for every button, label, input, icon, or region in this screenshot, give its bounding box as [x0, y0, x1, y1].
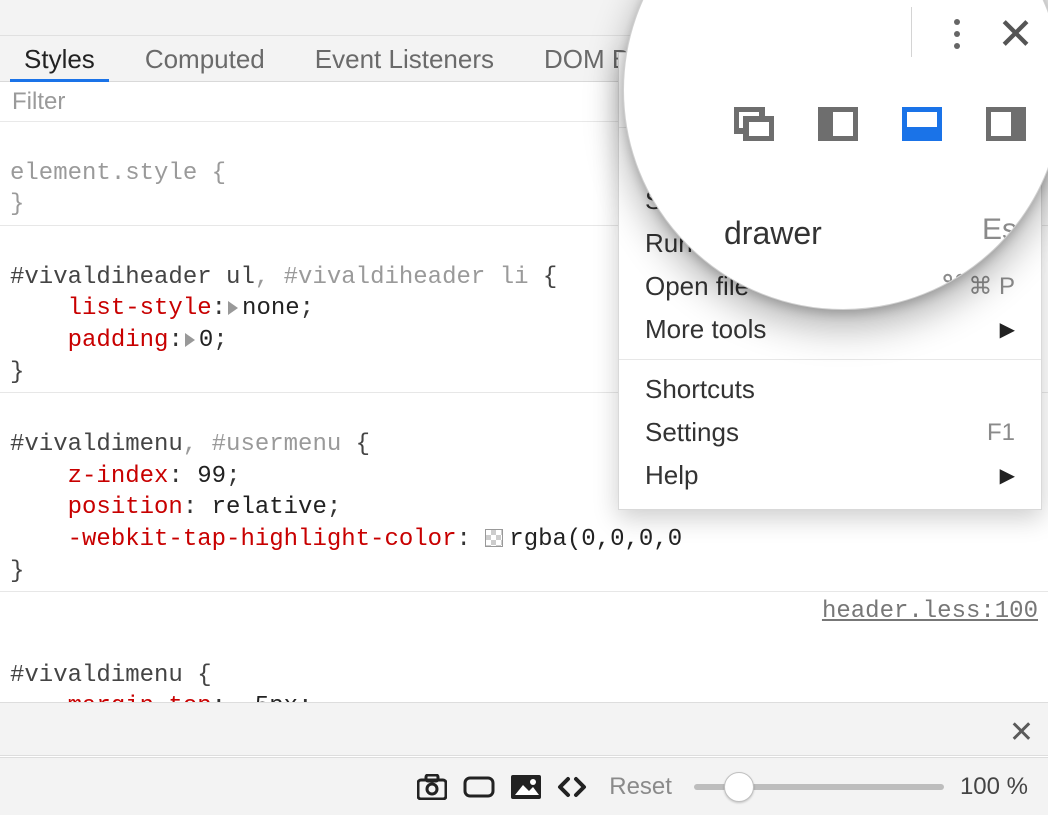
- tab-event-listeners[interactable]: Event Listeners: [301, 36, 508, 81]
- footer-toolbar: Reset 100 %: [0, 757, 1048, 815]
- menu-label: Shortcuts: [645, 374, 755, 405]
- menu-item-shortcuts[interactable]: Shortcuts: [619, 368, 1041, 411]
- menu-separator: [619, 359, 1041, 360]
- property[interactable]: -webkit-tap-highlight-color: [68, 526, 457, 553]
- menu-shortcut: F1: [987, 419, 1015, 447]
- menu-label: Help: [645, 460, 698, 491]
- selector: element.style {: [10, 160, 226, 187]
- drawer-bar: ✕: [0, 702, 1048, 756]
- dock-bottom-icon[interactable]: [902, 107, 942, 141]
- reset-button[interactable]: Reset: [609, 773, 672, 801]
- comma: ,: [255, 264, 284, 291]
- comma: ,: [183, 431, 212, 458]
- dock-right-icon[interactable]: [986, 107, 1026, 141]
- brace-close: }: [10, 191, 24, 218]
- expand-icon[interactable]: [185, 333, 195, 347]
- property[interactable]: padding: [68, 327, 169, 354]
- value[interactable]: relative: [212, 494, 327, 521]
- dock-side-row: [734, 107, 1026, 141]
- dock-undock-icon[interactable]: [734, 107, 774, 141]
- brace-close: }: [10, 558, 24, 585]
- value[interactable]: 0: [199, 327, 213, 354]
- magnifier-overlay: ✕ drawer Esc ⌘: [623, 0, 1048, 310]
- brace-close: }: [10, 359, 24, 386]
- value[interactable]: 99: [197, 463, 226, 490]
- menu-item-more-tools[interactable]: More tools ▶: [619, 308, 1041, 351]
- rectangle-icon[interactable]: [463, 776, 495, 798]
- toolbar-separator: [911, 7, 912, 57]
- selector: #vivaldiheader ul: [10, 264, 255, 291]
- drawer-label: drawer: [724, 215, 822, 252]
- camera-icon[interactable]: [417, 774, 447, 800]
- menu-label: More tools: [645, 314, 766, 345]
- zoom-slider[interactable]: [694, 784, 944, 790]
- tab-computed[interactable]: Computed: [131, 36, 279, 81]
- brace-open: {: [183, 662, 212, 689]
- zoom-value: 100 %: [960, 773, 1028, 801]
- submenu-arrow-icon: ▶: [1000, 317, 1015, 342]
- kebab-menu-icon[interactable]: [954, 19, 960, 49]
- code-icon[interactable]: [557, 776, 587, 798]
- selector-dim: #usermenu: [212, 431, 342, 458]
- value[interactable]: none: [242, 295, 300, 322]
- selector-dim: #vivaldiheader li: [284, 264, 529, 291]
- dock-left-icon[interactable]: [818, 107, 858, 141]
- property[interactable]: list-style: [68, 295, 212, 322]
- menu-label: Settings: [645, 417, 739, 448]
- brace-open: {: [529, 264, 558, 291]
- close-drawer-icon[interactable]: ✕: [1009, 715, 1034, 750]
- zoom-slider-thumb[interactable]: [724, 772, 754, 802]
- esc-shortcut: Esc: [982, 213, 1032, 247]
- value[interactable]: rgba(0,0,0,0: [509, 526, 682, 553]
- menu-item-settings[interactable]: Settings F1: [619, 411, 1041, 454]
- source-link[interactable]: header.less:100: [822, 596, 1038, 628]
- expand-icon[interactable]: [228, 301, 238, 315]
- property[interactable]: z-index: [68, 463, 169, 490]
- menu-item-help[interactable]: Help ▶: [619, 454, 1041, 497]
- property[interactable]: position: [68, 494, 183, 521]
- close-icon[interactable]: ✕: [997, 9, 1034, 60]
- brace-open: {: [341, 431, 370, 458]
- color-swatch-icon[interactable]: [485, 529, 503, 547]
- tab-styles[interactable]: Styles: [10, 36, 109, 81]
- cmd-shortcut: ⌘: [940, 269, 968, 302]
- image-icon[interactable]: [511, 775, 541, 799]
- selector: #vivaldimenu: [10, 431, 183, 458]
- selector: #vivaldimenu: [10, 662, 183, 689]
- submenu-arrow-icon: ▶: [1000, 463, 1015, 488]
